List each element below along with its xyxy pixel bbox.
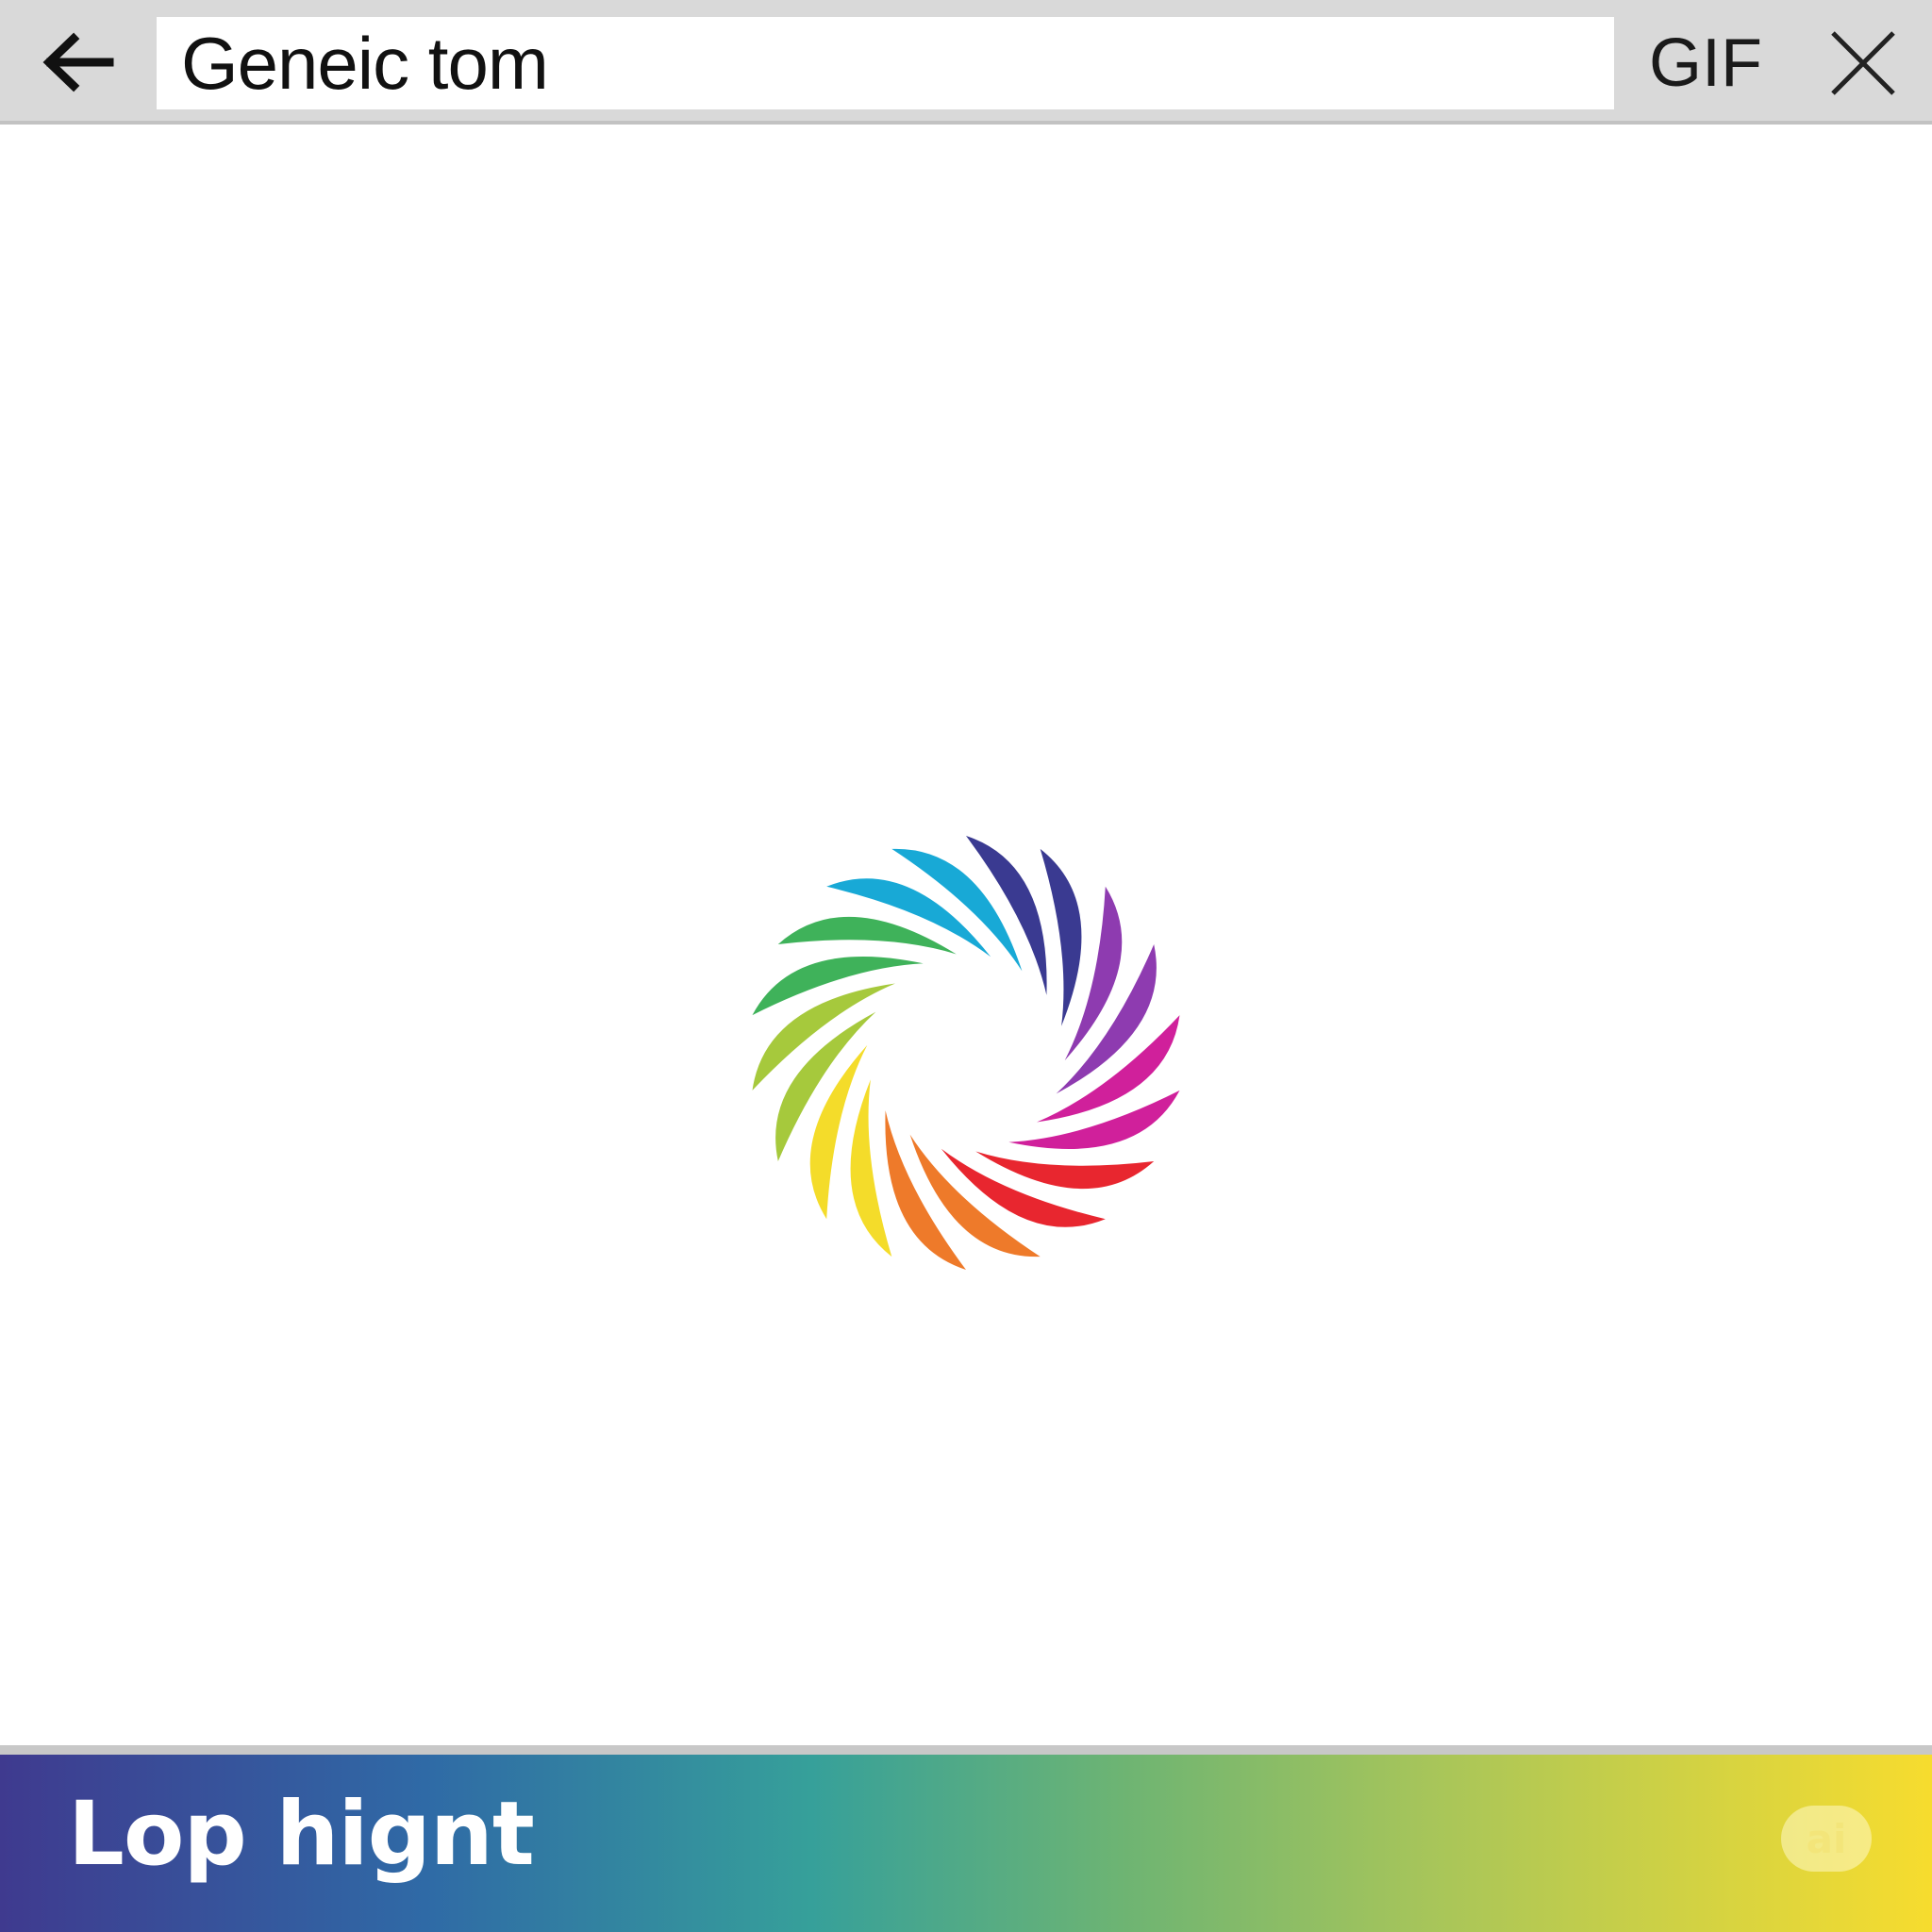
ai-badge: ai (1781, 1806, 1872, 1872)
back-button[interactable] (34, 25, 121, 100)
search-input[interactable] (181, 20, 1614, 107)
content-area (0, 125, 1932, 1745)
banner-title: Lop hignt (68, 1783, 535, 1886)
swirl-blade (975, 1151, 1155, 1190)
rainbow-swirl-logo (752, 836, 1180, 1270)
close-button[interactable] (1821, 21, 1906, 106)
search-field[interactable] (157, 17, 1614, 109)
close-icon (1831, 31, 1895, 95)
top-toolbar: GIF (0, 0, 1932, 125)
swirl-blade (850, 1079, 892, 1257)
bottom-banner: Lop hignt ai (0, 1755, 1932, 1932)
swirl-blade (1040, 848, 1082, 1026)
gif-button[interactable]: GIF (1640, 17, 1772, 109)
swirl-blade (777, 916, 957, 955)
divider (0, 1745, 1932, 1755)
arrow-left-icon (42, 32, 114, 92)
app-window: GIF Lop hignt ai (0, 0, 1932, 1932)
